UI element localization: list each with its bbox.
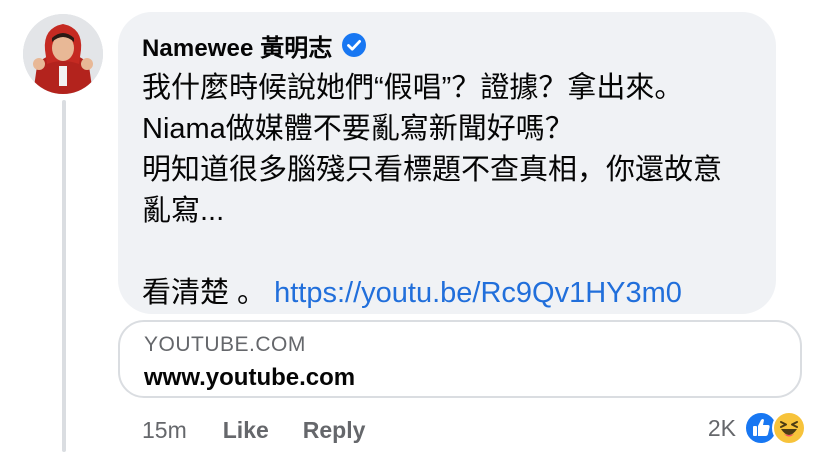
comment-line: Niama做媒體不要亂寫新聞好嗎？ (142, 113, 574, 145)
avatar-image (23, 14, 103, 94)
link-preview-title: www.youtube.com (144, 364, 356, 391)
comment-last-line: 看清楚 。 https://youtu.be/Rc9Qv1HY3m0 (142, 273, 752, 314)
comment-line: 亂寫... (142, 195, 225, 227)
comment-bubble: Namewee 黃明志 我什麼時候說她們“假唱”？證據？拿出來。 Niama做媒… (118, 12, 776, 314)
thread-line (62, 100, 66, 452)
author-row: Namewee 黃明志 (142, 28, 752, 63)
author-name[interactable]: Namewee 黃明志 (142, 28, 333, 63)
reactions-summary[interactable]: 2K (708, 410, 806, 446)
timestamp[interactable]: 15m (142, 417, 187, 444)
link-preview-card[interactable]: YOUTUBE.COM www.youtube.com (118, 320, 802, 398)
reaction-count: 2K (707, 414, 736, 441)
avatar[interactable] (23, 14, 103, 94)
reply-button[interactable]: Reply (303, 417, 366, 444)
comment-text: 我什麼時候說她們“假唱”？證據？拿出來。 Niama做媒體不要亂寫新聞好嗎？ 明… (142, 68, 752, 314)
youtube-link[interactable]: https://youtu.be/Rc9Qv1HY3m0 (274, 277, 682, 309)
comment-actions: 15m Like Reply (142, 414, 365, 446)
comment-line: 明知道很多腦殘只看標題不查真相，你還故意 (142, 154, 723, 186)
comment-last-line-text: 看清楚 。 (142, 277, 267, 309)
haha-reaction-icon (772, 411, 806, 445)
link-preview-domain: YOUTUBE.COM (144, 333, 306, 356)
like-button[interactable]: Like (223, 417, 269, 444)
verified-badge-icon (341, 32, 367, 58)
comment-line: 我什麼時候說她們“假唱”？證據？拿出來。 (142, 72, 684, 104)
